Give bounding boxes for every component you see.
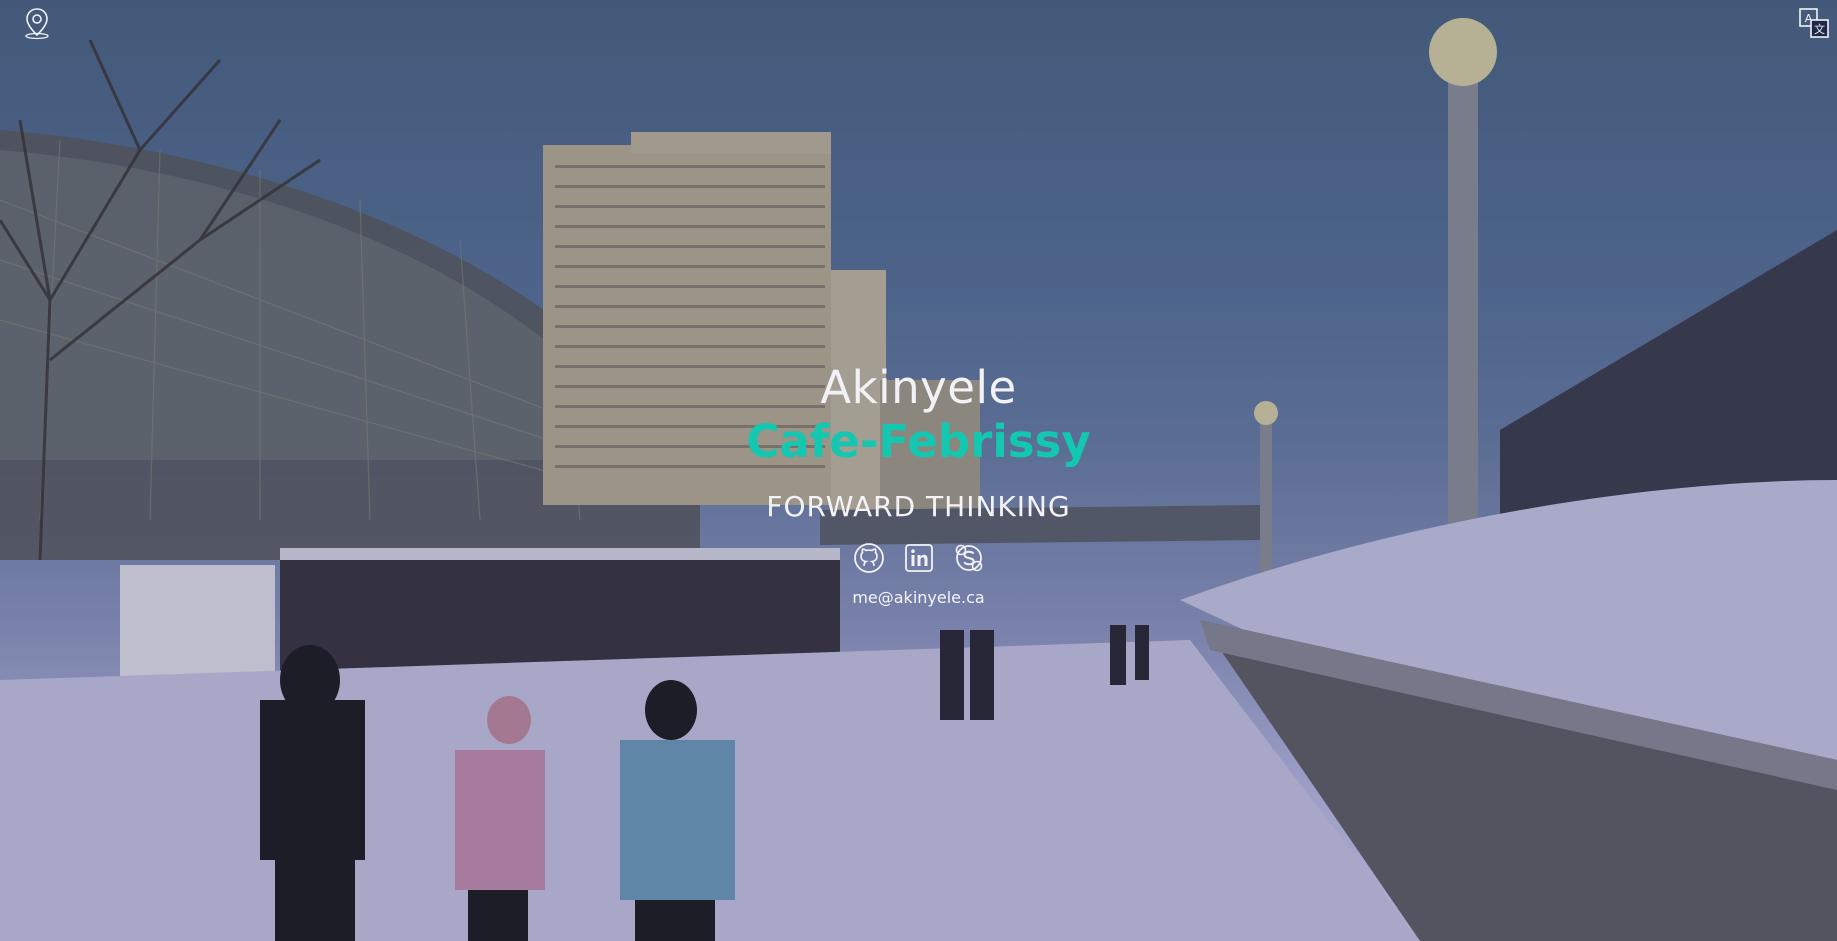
translate-icon[interactable]: A 文 <box>1797 6 1831 40</box>
skype-icon <box>955 544 982 572</box>
svg-text:文: 文 <box>1814 22 1825 36</box>
map-pin-icon[interactable] <box>20 6 54 40</box>
github-icon <box>853 543 884 573</box>
tagline: FORWARD THINKING <box>766 490 1071 523</box>
linkedin-link[interactable] <box>903 542 935 574</box>
github-link[interactable] <box>853 542 885 574</box>
email-link[interactable]: me@akinyele.ca <box>0 588 1837 607</box>
linkedin-icon <box>904 544 933 572</box>
last-name-heading: Cafe-Febrissy <box>746 415 1091 468</box>
first-name-heading: Akinyele <box>820 361 1017 414</box>
skype-link[interactable] <box>953 542 985 574</box>
social-links <box>0 542 1837 574</box>
hero-section: Akinyele Cafe-Febrissy FORWARD THINKING <box>0 361 1837 608</box>
translate-icon-graphic: A 文 <box>1799 8 1829 38</box>
map-pin-icon-graphic <box>25 8 49 40</box>
